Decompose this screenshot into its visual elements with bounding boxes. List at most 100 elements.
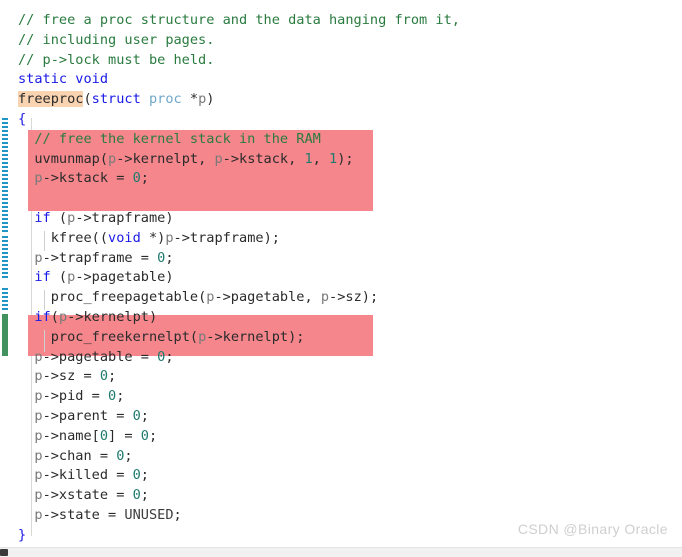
code-token-punct: * — [189, 91, 199, 108]
code-token-indent — [18, 151, 34, 167]
code-line[interactable]: { — [18, 110, 682, 130]
code-token-op: ->sz = — [42, 368, 100, 385]
code-line[interactable]: p->pid = 0; — [18, 387, 682, 407]
code-token-param: p — [34, 407, 43, 424]
code-token-punct: ; — [148, 427, 158, 444]
code-line[interactable]: // free a proc structure and the data ha… — [18, 11, 682, 31]
code-token-brace: } — [18, 526, 27, 543]
code-token-op: ->state = — [42, 506, 125, 523]
code-token-indent — [18, 368, 34, 384]
code-lines[interactable]: // free a proc structure and the data ha… — [18, 11, 682, 546]
code-line[interactable]: // including user pages. — [18, 31, 682, 51]
code-token-param: p — [165, 229, 174, 246]
code-line[interactable]: // free the kernel stack in the RAM — [18, 130, 682, 150]
code-token-param: p — [34, 388, 43, 405]
code-line[interactable]: static void — [18, 70, 682, 90]
code-line[interactable]: p->parent = 0; — [18, 407, 682, 427]
code-token-op: ->trapframe = — [42, 249, 158, 266]
code-token-number: 1 — [304, 150, 313, 167]
code-token-number: 0 — [132, 170, 141, 187]
code-token-param: p — [34, 506, 43, 523]
code-token-op: ->kernelpt) — [67, 308, 158, 325]
code-token-punct: ; — [165, 348, 174, 365]
code-line[interactable]: p->xstate = 0; — [18, 486, 682, 506]
code-token-op: ->chan = — [42, 447, 117, 464]
code-line-function-signature[interactable]: freeproc(struct proc *p) — [18, 90, 682, 110]
code-line[interactable]: if (p->trapframe) — [18, 209, 682, 229]
code-token-number: 0 — [99, 427, 109, 444]
code-token-indent — [18, 250, 34, 266]
code-token-call: uvmunmap( — [34, 150, 109, 167]
code-line-blank[interactable] — [18, 189, 682, 209]
code-line[interactable]: // p->lock must be held. — [18, 51, 682, 71]
code-token-punct: ; — [140, 170, 149, 187]
code-token-param: p — [34, 487, 43, 504]
code-token-keyword: if — [34, 308, 51, 325]
code-line[interactable]: if(p->kernelpt) — [18, 308, 682, 328]
code-token-op: ->kstack, — [222, 150, 305, 167]
code-editor: // free a proc structure and the data ha… — [0, 0, 682, 557]
code-token-param: p — [34, 447, 43, 464]
watermark: CSDN @Binary Oracle — [517, 521, 668, 537]
code-token-punct: ; — [140, 487, 149, 504]
code-token-keyword: if — [34, 209, 51, 226]
code-token-op: ->pagetable = — [42, 348, 158, 365]
code-line[interactable]: p->kstack = 0; — [18, 169, 682, 189]
code-token-call: proc_freekernelpt( — [50, 328, 199, 345]
code-token-punct: ; — [108, 368, 117, 385]
code-line[interactable]: proc_freekernelpt(p->kernelpt); — [18, 328, 682, 348]
code-token-indent — [18, 428, 34, 444]
code-token-punct: ( — [50, 209, 68, 226]
code-token-punct: ( — [50, 308, 59, 325]
code-token-comment: // free a proc structure and the data ha… — [18, 12, 460, 28]
code-token-op: ->xstate = — [42, 487, 133, 504]
code-line[interactable]: proc_freepagetable(p->pagetable, p->sz); — [18, 288, 682, 308]
code-token-keyword: void — [108, 229, 141, 246]
code-token-op: ->trapframe) — [75, 209, 174, 226]
code-token-call: kfree(( — [50, 229, 109, 246]
code-line[interactable]: if (p->pagetable) — [18, 268, 682, 288]
code-token-op: ->pagetable) — [75, 269, 174, 286]
code-token-indent — [18, 289, 51, 305]
code-token-number: 0 — [132, 467, 141, 484]
code-token-param: p — [320, 289, 330, 306]
code-token-constant: UNUSED — [124, 506, 174, 523]
code-token-punct: *) — [140, 229, 166, 246]
code-token-number: 0 — [108, 388, 117, 405]
code-token-brace: { — [18, 110, 27, 127]
code-line[interactable]: p->chan = 0; — [18, 447, 682, 467]
code-token-op: ->kstack = — [42, 170, 133, 187]
scrollbar-thumb[interactable] — [0, 549, 8, 556]
code-token-op: ->kernelpt); — [206, 328, 305, 345]
code-token-keyword: if — [34, 269, 51, 286]
code-line[interactable]: p->killed = 0; — [18, 466, 682, 486]
occurrence-highlight-freeproc[interactable]: freeproc — [18, 91, 84, 108]
code-line[interactable]: p->pagetable = 0; — [18, 348, 682, 368]
horizontal-scrollbar[interactable] — [0, 547, 682, 557]
code-token-indent — [18, 269, 34, 285]
code-token-indent — [18, 388, 34, 404]
code-line[interactable]: uvmunmap(p->kernelpt, p->kstack, 1, 1); — [18, 150, 682, 170]
code-token-number: 0 — [132, 487, 141, 504]
code-token-keyword: struct — [91, 91, 141, 108]
code-token-punct: ; — [165, 249, 174, 266]
code-token-indent — [18, 230, 51, 246]
code-line[interactable]: kfree((void *)p->trapframe); — [18, 229, 682, 249]
code-token-number: 0 — [132, 407, 141, 424]
code-token-param: p — [34, 467, 43, 484]
code-line[interactable]: p->name[0] = 0; — [18, 427, 682, 447]
code-line[interactable]: p->trapframe = 0; — [18, 249, 682, 269]
code-token-comment: // including user pages. — [18, 31, 215, 48]
code-line[interactable]: p->sz = 0; — [18, 367, 682, 387]
code-token-number: 1 — [329, 150, 338, 167]
code-token-indent — [18, 210, 34, 226]
code-token-number: 0 — [99, 368, 109, 385]
code-token-param: p — [34, 368, 43, 385]
code-token-indent — [18, 309, 34, 325]
code-token-indent — [18, 467, 34, 483]
code-token-op: ->parent = — [42, 407, 133, 424]
code-token-op: ->pid = — [42, 388, 109, 405]
code-token-op: ->kernelpt, — [116, 150, 215, 167]
code-surface[interactable]: // free a proc structure and the data ha… — [0, 0, 682, 548]
